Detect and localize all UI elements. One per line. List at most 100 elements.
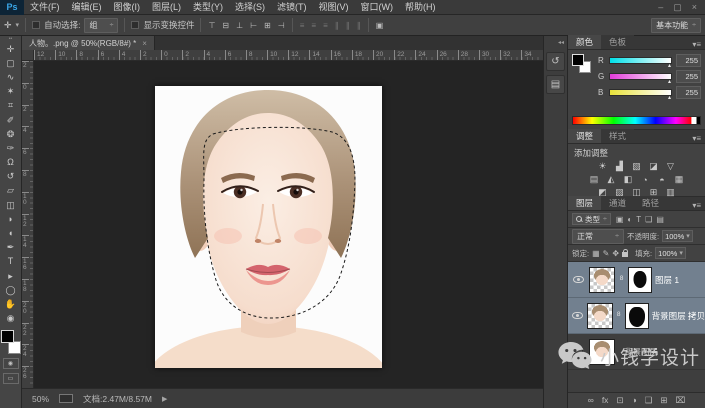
levels-icon[interactable]: ▟ [613, 161, 626, 172]
add-layer-mask-icon[interactable]: ⊡ [616, 396, 623, 405]
align-right-edges-icon[interactable]: ⊣ [277, 21, 286, 30]
history-panel-icon[interactable]: ↺ [546, 52, 565, 71]
vertical-ruler[interactable]: 2 0 2 4 6 8 10 12 14 16 18 20 22 24 26 [22, 61, 34, 388]
layer-mask-thumbnail[interactable] [628, 266, 652, 293]
slider-knob-icon[interactable]: ▴ [668, 62, 671, 69]
tab-paths[interactable]: 路径 [634, 196, 668, 210]
mask-link-icon[interactable]: 8 [616, 312, 622, 319]
menu-item[interactable]: 选择(S) [229, 0, 271, 15]
horizontal-ruler[interactable]: 12 10 8 6 4 2 0 2 4 6 8 10 12 14 16 18 20 22 24 26 28 30 32 34 [34, 50, 543, 61]
menu-item[interactable]: 窗口(W) [355, 0, 400, 15]
zoom-tool-icon[interactable]: ◉ [0, 312, 22, 326]
crop-tool-icon[interactable]: ⌗ [0, 99, 22, 113]
layer-style-icon[interactable]: fx [602, 396, 609, 405]
blur-tool-icon[interactable]: ◗ [0, 212, 22, 226]
color-lookup-icon[interactable]: ▦ [673, 174, 686, 185]
marquee-tool-icon[interactable]: ▢ [0, 56, 22, 70]
new-group-icon[interactable]: ❑ [645, 396, 653, 405]
lasso-tool-icon[interactable]: ∿ [0, 70, 22, 84]
align-horizontal-centers-icon[interactable]: ⊞ [263, 21, 272, 30]
shape-tool-icon[interactable]: ◯ [0, 283, 22, 297]
type-tool-icon[interactable]: T [0, 255, 22, 269]
hand-tool-icon[interactable]: ✋ [0, 297, 22, 311]
panel-menu-icon[interactable]: ▾≡ [692, 201, 705, 210]
filter-type-layers-icon[interactable]: T [636, 215, 641, 224]
distribute-top-edges-icon[interactable]: ≡ [299, 21, 306, 30]
panel-menu-icon[interactable]: ▾≡ [692, 40, 705, 49]
slider-knob-icon[interactable]: ▴ [668, 94, 671, 101]
properties-panel-icon[interactable]: ▤ [546, 75, 565, 94]
tab-layers[interactable]: 图层 [568, 196, 602, 210]
path-selection-tool-icon[interactable]: ▸ [0, 269, 22, 283]
gradient-tool-icon[interactable]: ◫ [0, 198, 22, 212]
hue-saturation-icon[interactable]: ▤ [588, 174, 601, 185]
clone-stamp-tool-icon[interactable]: Ω [0, 156, 22, 170]
canvas-viewport[interactable] [34, 61, 543, 388]
channel-mixer-icon[interactable]: ◓ [656, 174, 669, 185]
layer-name[interactable]: 图层 1 [655, 274, 679, 286]
chevron-down-icon[interactable]: ▾ [686, 232, 690, 240]
status-expand-arrow-icon[interactable]: ▶ [162, 395, 167, 403]
exposure-icon[interactable]: ◪ [647, 161, 660, 172]
close-tab-icon[interactable]: × [142, 39, 147, 48]
layer-row[interactable]: 8 背景图层 拷贝 [568, 298, 705, 334]
filter-adjustment-layers-icon[interactable]: ◐ [627, 215, 632, 224]
tab-adjustments[interactable]: 调整 [568, 129, 602, 143]
distribute-right-edges-icon[interactable]: ∥ [356, 21, 362, 30]
align-bottom-edges-icon[interactable]: ⊥ [235, 21, 244, 30]
align-vertical-centers-icon[interactable]: ⊟ [221, 21, 230, 30]
brightness-contrast-icon[interactable]: ☀ [596, 161, 609, 172]
lock-position-icon[interactable]: ✥ [612, 249, 619, 258]
visibility-eye-icon[interactable] [573, 276, 584, 283]
lock-transparency-icon[interactable]: ▦ [592, 249, 600, 258]
canvas-image[interactable] [155, 86, 382, 368]
layer-thumbnail[interactable] [589, 266, 615, 293]
menu-item[interactable]: 文件(F) [24, 0, 66, 15]
layer-thumbnail[interactable] [586, 302, 613, 329]
link-layers-icon[interactable]: ∞ [588, 396, 594, 405]
slider-knob-icon[interactable]: ▴ [668, 78, 671, 85]
fill-field[interactable]: 100% ▾ [655, 247, 686, 259]
distribute-left-edges-icon[interactable]: ∥ [334, 21, 340, 30]
black-white-icon[interactable]: ◧ [622, 174, 635, 185]
eyedropper-tool-icon[interactable]: ✐ [0, 113, 22, 127]
new-layer-icon[interactable]: ⊞ [660, 396, 667, 405]
move-tool-options-icon[interactable]: ✛ [4, 20, 12, 31]
close-button[interactable]: × [692, 2, 697, 13]
lock-all-icon[interactable] [622, 249, 629, 257]
blend-mode-dropdown[interactable]: 正常 ÷ [572, 228, 624, 244]
filter-smart-objects-icon[interactable]: ▤ [656, 215, 664, 224]
layer-row[interactable]: 8 图层 1 [568, 262, 705, 298]
align-left-edges-icon[interactable]: ⊢ [249, 21, 258, 30]
layer-filter-dropdown[interactable]: 类型 ÷ [572, 213, 611, 225]
tab-color[interactable]: 颜色 [568, 35, 602, 49]
distribute-bottom-edges-icon[interactable]: ≡ [322, 21, 329, 30]
expand-panels-icon[interactable]: ◂◂ [558, 39, 567, 46]
menu-item[interactable]: 编辑(E) [66, 0, 108, 15]
blue-value-field[interactable]: 255 [676, 86, 701, 99]
menu-item[interactable]: 滤镜(T) [271, 0, 313, 15]
foreground-color-swatch[interactable] [0, 329, 14, 343]
quick-selection-tool-icon[interactable]: ✶ [0, 85, 22, 99]
auto-select-dropdown[interactable]: 组 ÷ [84, 17, 119, 33]
ruler-corner[interactable] [22, 50, 34, 61]
curves-icon[interactable]: ▧ [630, 161, 643, 172]
vibrance-icon[interactable]: ▽ [664, 161, 677, 172]
spot-healing-tool-icon[interactable]: ❂ [0, 127, 22, 141]
panel-menu-icon[interactable]: ▾≡ [692, 134, 705, 143]
minimize-button[interactable]: – [658, 2, 663, 13]
red-value-field[interactable]: 255 [676, 54, 701, 67]
opacity-field[interactable]: 100% ▾ [662, 230, 693, 242]
filter-pixel-layers-icon[interactable]: ▣ [616, 215, 624, 224]
chevron-down-icon[interactable]: ▾ [679, 249, 683, 257]
menu-item[interactable]: 帮助(H) [399, 0, 442, 15]
delete-layer-icon[interactable]: ⌧ [675, 396, 685, 405]
tab-swatches[interactable]: 色板 [601, 35, 635, 49]
mask-link-icon[interactable]: 8 [618, 276, 625, 283]
tab-styles[interactable]: 样式 [601, 129, 635, 143]
menu-item[interactable]: 图像(I) [108, 0, 147, 15]
auto-align-layers-icon[interactable]: ▣ [375, 21, 385, 30]
menu-item[interactable]: 视图(V) [313, 0, 355, 15]
distribute-vertical-centers-icon[interactable]: ≡ [310, 21, 317, 30]
tab-channels[interactable]: 通道 [601, 196, 635, 210]
